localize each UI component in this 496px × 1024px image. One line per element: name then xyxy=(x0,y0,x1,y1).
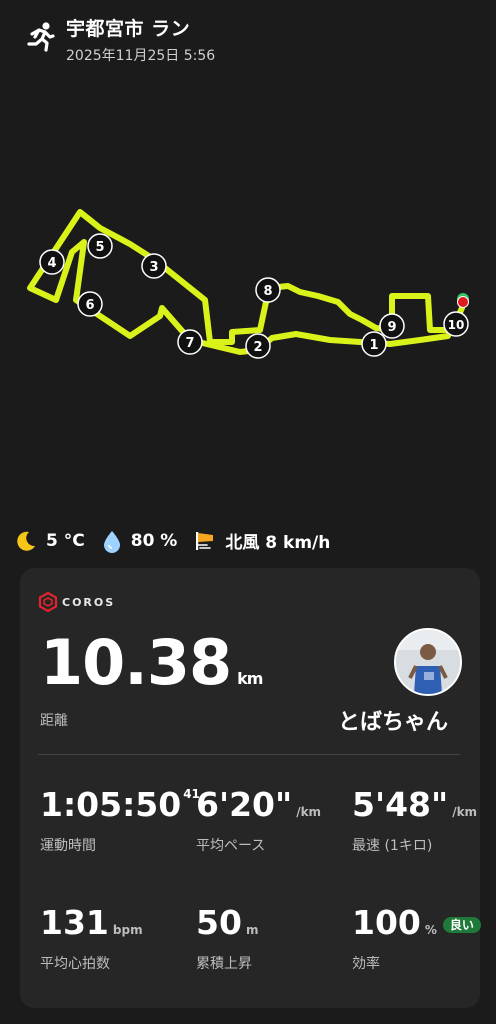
divider xyxy=(38,754,460,755)
stat-label: 平均ペース xyxy=(196,838,266,854)
coros-logo-icon xyxy=(38,592,58,612)
stat-best-pace: 5'48"/km 最速 (1キロ) xyxy=(352,788,477,855)
end-marker xyxy=(457,296,469,308)
water-drop-icon xyxy=(103,530,120,553)
wind-value: 北風 8 km/h xyxy=(225,533,331,553)
stat-unit: /km xyxy=(296,805,322,819)
moon-icon xyxy=(17,531,35,551)
distance-label: 距離 xyxy=(40,713,68,729)
km-marker-label: 8 xyxy=(263,284,272,299)
stat-value: 6'20" xyxy=(196,785,293,824)
humidity-value: 80 % xyxy=(130,530,178,551)
running-person-icon xyxy=(27,22,55,52)
temperature: 5 °C xyxy=(14,529,85,553)
km-marker-label: 3 xyxy=(149,260,158,275)
activity-header: 宇都宮市 ラン 2025年11月25日 5:56 xyxy=(22,14,215,65)
stat-label: 累積上昇 xyxy=(196,956,252,972)
temperature-value: 5 °C xyxy=(46,530,85,551)
activity-datetime: 2025年11月25日 5:56 xyxy=(66,48,216,64)
stat-value: 1:05:50 xyxy=(40,785,182,824)
km-marker: 7 xyxy=(177,329,203,355)
km-marker: 3 xyxy=(141,253,167,279)
stat-avg-pace: 6'20"/km 平均ペース xyxy=(196,788,321,855)
km-marker-label: 2 xyxy=(253,340,262,355)
wind: 北風 8 km/h xyxy=(193,528,330,553)
username: とばちゃん xyxy=(338,710,449,735)
stat-unit: /km xyxy=(452,805,478,819)
km-marker-label: 9 xyxy=(387,320,396,335)
humidity: 80 % xyxy=(101,529,178,553)
stat-label: 平均心拍数 xyxy=(40,956,110,972)
stat-unit: % xyxy=(424,923,437,937)
user-photo xyxy=(396,630,460,694)
brand-name: COROS xyxy=(62,595,116,609)
activity-title: 宇都宮市 ラン xyxy=(66,18,191,40)
stat-label: 運動時間 xyxy=(40,838,96,854)
stat-duration: 1:05:50 41 運動時間 xyxy=(40,788,200,855)
stat-unit: bpm xyxy=(112,923,143,937)
wind-flag-icon xyxy=(196,531,214,550)
route-map[interactable]: 1 2 3 4 5 6 7 8 9 10 xyxy=(0,190,496,380)
km-marker: 5 xyxy=(87,233,113,259)
km-marker: 8 xyxy=(255,277,281,303)
stat-value: 50 xyxy=(196,903,242,942)
stat-value: 131 xyxy=(40,903,109,942)
km-marker: 6 xyxy=(77,291,103,317)
coros-brand: COROS xyxy=(38,592,115,612)
km-marker: 9 xyxy=(379,313,405,339)
avatar[interactable] xyxy=(394,628,462,696)
activity-summary-card: COROS 10.38 km 距離 とばちゃん 1:05:50 41 運動時間 6'… xyxy=(20,568,481,1008)
status-badge: 良い xyxy=(442,916,481,933)
stat-efficiency: 100% 良い 効率 xyxy=(352,906,481,973)
km-marker-label: 1 xyxy=(369,338,378,353)
distance-display: 10.38 km xyxy=(40,632,263,694)
km-marker-label: 7 xyxy=(185,336,194,351)
distance-value: 10.38 xyxy=(40,626,232,699)
stat-elevation-gain: 50 m 累積上昇 xyxy=(196,906,258,973)
stat-label: 効率 xyxy=(352,956,380,972)
weather-bar: 5 °C 80 % 北風 8 km/h xyxy=(14,528,346,553)
distance-unit: km xyxy=(237,669,263,688)
km-marker-label: 4 xyxy=(47,256,56,271)
stat-label: 最速 (1キロ) xyxy=(352,838,433,854)
km-marker: 1 xyxy=(361,331,387,357)
km-marker-label: 6 xyxy=(85,298,94,313)
km-marker-label: 5 xyxy=(95,240,104,255)
km-marker-label: 10 xyxy=(448,318,465,332)
stat-value: 100 xyxy=(352,903,421,942)
stat-avg-hr: 131 bpm 平均心拍数 xyxy=(40,906,143,973)
km-marker: 4 xyxy=(39,249,65,275)
stat-value: 5'48" xyxy=(352,785,449,824)
km-marker: 2 xyxy=(245,333,271,359)
km-marker: 10 xyxy=(443,311,469,337)
stat-unit: m xyxy=(245,923,259,937)
